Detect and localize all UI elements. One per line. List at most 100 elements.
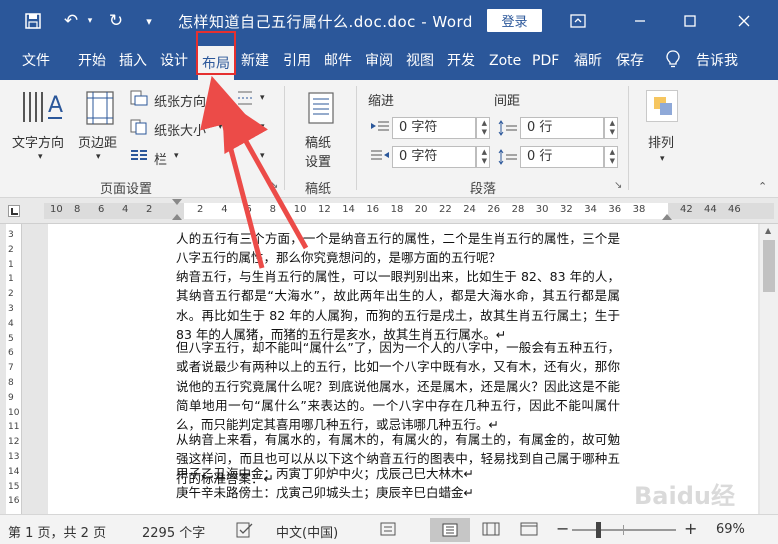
web-layout-button[interactable] [520, 522, 538, 540]
space-before-icon [498, 120, 517, 136]
tab-home[interactable]: 开始 [78, 50, 106, 72]
space-before-input[interactable]: 0 行 [520, 117, 604, 139]
scroll-thumb[interactable] [763, 240, 775, 292]
columns-button[interactable]: 栏 ▾ [130, 146, 190, 168]
arrange-icon [646, 90, 678, 122]
ruler-tick-label: 8 [269, 204, 276, 215]
tab-pdf[interactable]: PDF [532, 50, 559, 72]
tab-view[interactable]: 视图 [406, 50, 434, 72]
paragraph[interactable]: 甲子乙丑海中金：丙寅丁卯炉中火；戊辰己巳大林木↵ [176, 464, 620, 483]
line-numbers-button[interactable]: ▾ [236, 117, 272, 139]
collapse-ribbon-button[interactable]: ⌃ [758, 180, 767, 193]
size-button[interactable]: 纸张大小 ▾ [130, 117, 230, 139]
undo-dropdown[interactable]: ▾ [84, 8, 96, 34]
paragraph[interactable]: 庚午辛未路傍土：戊寅己卯城头土；庚辰辛巳白蜡金↵ [176, 483, 620, 502]
indent-left-input[interactable]: 0 字符 [392, 117, 476, 139]
macro-record-icon[interactable] [380, 522, 396, 540]
ruler-tick-label: 36 [608, 204, 622, 215]
zoom-in-button[interactable]: + [684, 519, 697, 538]
login-button[interactable]: 登录 [487, 9, 542, 32]
vertical-ruler-tick-label: 12 [8, 437, 20, 448]
print-layout-button[interactable] [482, 522, 500, 540]
paragraph-dialog-launcher[interactable]: ↘ [614, 180, 622, 191]
space-after-value: 0 行 [527, 149, 553, 164]
vertical-scrollbar[interactable]: ▲ [760, 224, 778, 514]
arrange-button[interactable]: 排列 ▾ [640, 88, 690, 172]
indent-right-value: 0 字符 [399, 149, 438, 164]
tab-foxit[interactable]: 福昕 [574, 50, 602, 72]
paragraph[interactable]: 但八字五行，却不能叫“属什么”了，因为一个人的八字中，一般会有五种五行，或者说最… [176, 338, 620, 434]
close-button[interactable] [722, 4, 766, 38]
space-after-spinner[interactable]: ▲ ▼ [604, 146, 618, 168]
tab-new[interactable]: 新建 [241, 50, 269, 72]
ruler-tick-label: 46 [728, 204, 741, 215]
vertical-ruler-tick-label: 8 [8, 378, 14, 388]
paragraph[interactable]: 纳音五行，与生肖五行的属性，可以一眼判别出来，比如生于 82、83 年的人，其纳… [176, 267, 620, 344]
indent-left-spinner[interactable]: ▲ ▼ [476, 117, 490, 139]
manuscript-settings-button[interactable]: 稿纸 设置 [292, 90, 350, 170]
indent-left-icon [371, 121, 389, 131]
indent-right-spinner[interactable]: ▲ ▼ [476, 146, 490, 168]
first-line-indent-marker[interactable] [172, 199, 182, 205]
tab-references[interactable]: 引用 [283, 50, 311, 72]
zoom-out-button[interactable]: − [556, 519, 569, 538]
tab-review[interactable]: 审阅 [365, 50, 393, 72]
tab-save[interactable]: 保存 [616, 50, 644, 72]
chevron-down-icon: ▾ [218, 93, 223, 103]
manuscript-group-label: 稿纸 [305, 182, 332, 197]
page-setup-dialog-launcher[interactable]: ↘ [270, 180, 278, 191]
page-info[interactable]: 第 1 页，共 2 页 [8, 522, 106, 541]
hyphenation-button[interactable]: ▾ [236, 146, 272, 168]
language[interactable]: 中文(中国) [276, 522, 338, 541]
ruler-tick-label: 18 [390, 204, 404, 215]
group-separator [628, 86, 629, 190]
text-direction-button[interactable]: A 文字方向 ▾ [8, 86, 76, 170]
tab-insert[interactable]: 插入 [119, 50, 147, 72]
vertical-ruler-tick-label: 3 [8, 230, 14, 240]
scroll-up-arrow[interactable]: ▲ [765, 226, 771, 235]
tab-file[interactable]: 文件 [22, 50, 50, 72]
tab-design[interactable]: 设计 [160, 50, 188, 72]
vertical-ruler-tick-label: 11 [8, 422, 20, 433]
breaks-button[interactable]: ▾ [236, 88, 272, 110]
indent-right-input[interactable]: 0 字符 [392, 146, 476, 168]
zoom-slider-thumb[interactable] [596, 522, 601, 538]
orientation-button[interactable]: 纸张方向 ▾ [130, 88, 230, 110]
maximize-button[interactable] [668, 4, 712, 38]
tab-zotero[interactable]: Zote [489, 50, 521, 72]
zoom-slider-track[interactable] [572, 529, 676, 531]
ruler-tick-label: 38 [632, 204, 646, 215]
word-count[interactable]: 2295 个字 [142, 522, 205, 541]
tell-me-lightbulb-icon[interactable] [666, 50, 680, 72]
document-page[interactable]: 人的五行有三个方面，一个是纳音五行的属性，二个是生肖五行的属性，三个是八字五行的… [48, 224, 758, 514]
save-icon [25, 13, 41, 29]
hanging-indent-marker[interactable] [172, 214, 182, 220]
redo-button[interactable]: ↻ [104, 8, 128, 34]
right-indent-marker[interactable] [662, 214, 672, 220]
tab-mailings[interactable]: 邮件 [324, 50, 352, 72]
ribbon-display-options-button[interactable] [556, 4, 600, 38]
ruler-tick-label: 8 [74, 204, 81, 215]
space-before-spinner[interactable]: ▲ ▼ [604, 117, 618, 139]
manuscript-settings-label-2: 设置 [305, 155, 332, 170]
proofing-icon[interactable] [236, 522, 254, 542]
tab-developer[interactable]: 开发 [447, 50, 475, 72]
read-mode-icon [442, 523, 458, 537]
tab-selector[interactable] [8, 205, 20, 217]
customize-quick-access-button[interactable]: ▾ [138, 8, 160, 34]
zoom-level[interactable]: 69% [716, 522, 745, 537]
tell-me-box[interactable]: 告诉我 [696, 50, 738, 72]
undo-button[interactable]: ↶ [58, 8, 84, 34]
ruler-tick-label: 30 [535, 204, 549, 215]
margins-button[interactable]: 页边距 ▾ [76, 86, 126, 170]
read-mode-button[interactable] [430, 518, 470, 542]
minimize-button[interactable] [618, 4, 662, 38]
paragraph[interactable]: 人的五行有三个方面，一个是纳音五行的属性，二个是生肖五行的属性，三个是八字五行的… [176, 229, 620, 268]
save-button[interactable] [20, 8, 46, 34]
ribbon-layout: A 文字方向 ▾ 页边距 ▾ 纸张方向 ▾ 纸张大小 ▾ 栏 ▾ ▾ ▾ ▾ 页… [0, 80, 778, 198]
group-separator [356, 86, 357, 190]
vertical-ruler[interactable]: 3 2 1 1 2 3 4 5 6 7 8 9 10 11 12 13 14 15 16 [6, 224, 22, 514]
horizontal-ruler[interactable]: 10 8 6 4 2 2 4 6 8 10 12 14 16 18 20 22 24 26 28 30 32 34 36 38… [0, 198, 778, 224]
space-after-input[interactable]: 0 行 [520, 146, 604, 168]
vertical-ruler-tick-label: 1 [8, 274, 14, 285]
